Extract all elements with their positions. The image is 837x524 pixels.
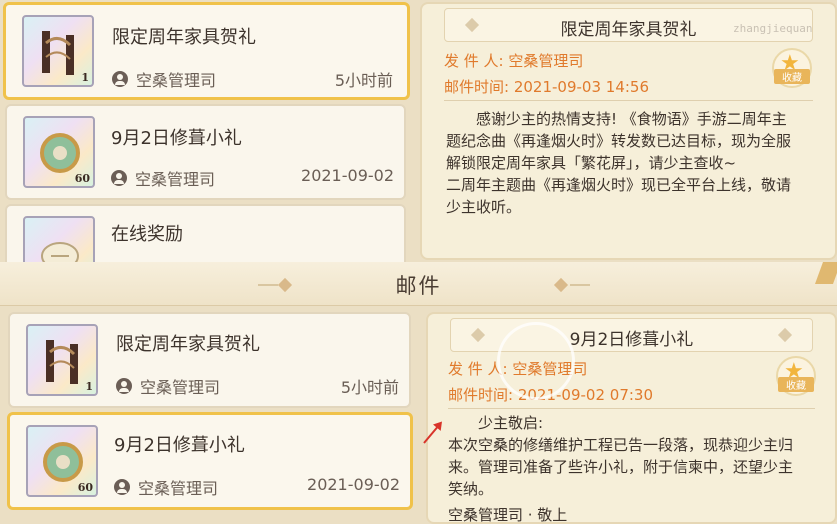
item-quantity: 1	[81, 71, 89, 84]
sender-name: 空桑管理司	[135, 170, 216, 189]
sender-value: 空桑管理司	[508, 52, 584, 70]
mail-sender: 空桑管理司	[112, 67, 216, 91]
sender-name: 空桑管理司	[140, 378, 221, 397]
mail-sender: 空桑管理司	[116, 374, 220, 398]
edge-tab	[814, 262, 837, 284]
mail-sender: 空桑管理司	[114, 475, 218, 499]
mail-time: 2021-09-02	[307, 475, 400, 494]
mail-title: 9月2日修葺小礼	[114, 435, 245, 456]
user-icon	[114, 479, 130, 495]
screen-icon	[42, 31, 74, 75]
jade-ring-icon	[40, 133, 80, 173]
greeting: 少主敬启:	[478, 414, 544, 432]
mail-time: 5小时前	[340, 378, 399, 397]
ring-gift-thumbnail: 60	[26, 425, 98, 497]
body-line: 来。管理司准备了些许小礼，附于信柬中，还望少主	[448, 458, 794, 476]
body-line: 题纪念曲《再逢烟火时》转发数已达目标，现为全服	[446, 132, 792, 150]
body-line: 解锁限定周年家具「繁花屏」，请少主查收~	[446, 154, 737, 172]
jade-ring-icon	[43, 442, 83, 482]
divider	[444, 100, 813, 101]
mail-body: 本次空桑的修缮维护工程已告一段落，现恭迎少主归 来。管理司准备了些许小礼，附于信…	[448, 434, 833, 500]
mail-item-online-reward[interactable]: 在线奖励	[5, 204, 406, 262]
mail-detail-panel: 9月2日修葺小礼 发 件 人: 空桑管理司 邮件时间: 2021-09-02 0…	[426, 312, 837, 524]
sender-line: 发 件 人: 空桑管理司	[444, 50, 583, 71]
video-play-overlay-icon	[497, 322, 575, 400]
collect-label: 收藏	[778, 377, 814, 392]
mail-title: 限定周年家具贺礼	[116, 334, 260, 355]
mail-title: 限定周年家具贺礼	[112, 27, 256, 48]
mail-time: 5小时前	[334, 71, 393, 90]
time-value: 2021-09-03 14:56	[513, 78, 650, 96]
collect-button[interactable]: ★ 收藏	[772, 48, 812, 88]
shell-icon	[41, 242, 79, 262]
body-line: 笑纳。	[448, 480, 494, 498]
page-title: 邮件	[395, 274, 442, 298]
collect-label: 收藏	[774, 69, 810, 84]
mail-title: 9月2日修葺小礼	[111, 128, 242, 149]
sender-name: 空桑管理司	[138, 479, 219, 498]
ring-gift-thumbnail: 60	[23, 116, 95, 188]
mail-sender: 空桑管理司	[111, 166, 215, 190]
sender-label: 发 件 人:	[444, 52, 504, 70]
watermark: zhangjiequan	[733, 22, 813, 35]
mail-body: 感谢少主的热情支持! 《食物语》手游二周年主 题纪念曲《再逢烟火时》转发数已达目…	[446, 108, 826, 218]
user-icon	[112, 71, 128, 87]
mail-item-repair[interactable]: 60 9月2日修葺小礼 空桑管理司 2021-09-02	[7, 412, 413, 510]
shell-gift-thumbnail	[23, 216, 95, 262]
mail-detail-panel: 限定周年家具贺礼 发 件 人: 空桑管理司 邮件时间: 2021-09-03 1…	[420, 2, 837, 260]
mail-time: 2021-09-02	[301, 166, 394, 185]
time-label: 邮件时间:	[444, 78, 510, 96]
item-quantity: 60	[77, 481, 93, 494]
screen-icon	[46, 340, 78, 384]
mail-item-anniversary[interactable]: 1 限定周年家具贺礼 空桑管理司 5小时前	[3, 2, 410, 100]
signature: 空桑管理司 · 敬上	[448, 506, 568, 524]
item-quantity: 1	[85, 380, 93, 393]
mail-item-anniversary[interactable]: 1 限定周年家具贺礼 空桑管理司 5小时前	[8, 312, 411, 408]
item-quantity: 60	[74, 172, 90, 185]
top-screenshot: 1 限定周年家具贺礼 空桑管理司 5小时前 60 9月2日修葺小礼 空桑管理司 …	[0, 0, 837, 262]
collect-button[interactable]: ★ 收藏	[776, 356, 816, 396]
furniture-gift-thumbnail: 1	[22, 15, 94, 87]
mail-header: 邮件	[0, 262, 837, 306]
divider	[448, 408, 815, 409]
right-ornament	[544, 277, 592, 293]
body-line: 感谢少主的热情支持! 《食物语》手游二周年主	[476, 110, 787, 128]
time-label: 邮件时间:	[448, 386, 514, 404]
body-line: 本次空桑的修缮维护工程已告一段落，现恭迎少主归	[448, 436, 794, 454]
time-line: 邮件时间: 2021-09-03 14:56	[444, 76, 649, 97]
bottom-screenshot: 邮件 1 限定周年家具贺礼 空桑管理司 5小时前 60 9月2日修葺小礼 空桑管…	[0, 262, 837, 524]
body-line: 少主收听。	[446, 198, 522, 216]
sender-name: 空桑管理司	[136, 71, 217, 90]
user-icon	[116, 378, 132, 394]
mail-title: 在线奖励	[111, 224, 183, 245]
mail-item-repair[interactable]: 60 9月2日修葺小礼 空桑管理司 2021-09-02	[5, 104, 406, 200]
body-line: 二周年主题曲《再逢烟火时》现已全平台上线，敬请	[446, 176, 792, 194]
user-icon	[111, 170, 127, 186]
furniture-gift-thumbnail: 1	[26, 324, 98, 396]
